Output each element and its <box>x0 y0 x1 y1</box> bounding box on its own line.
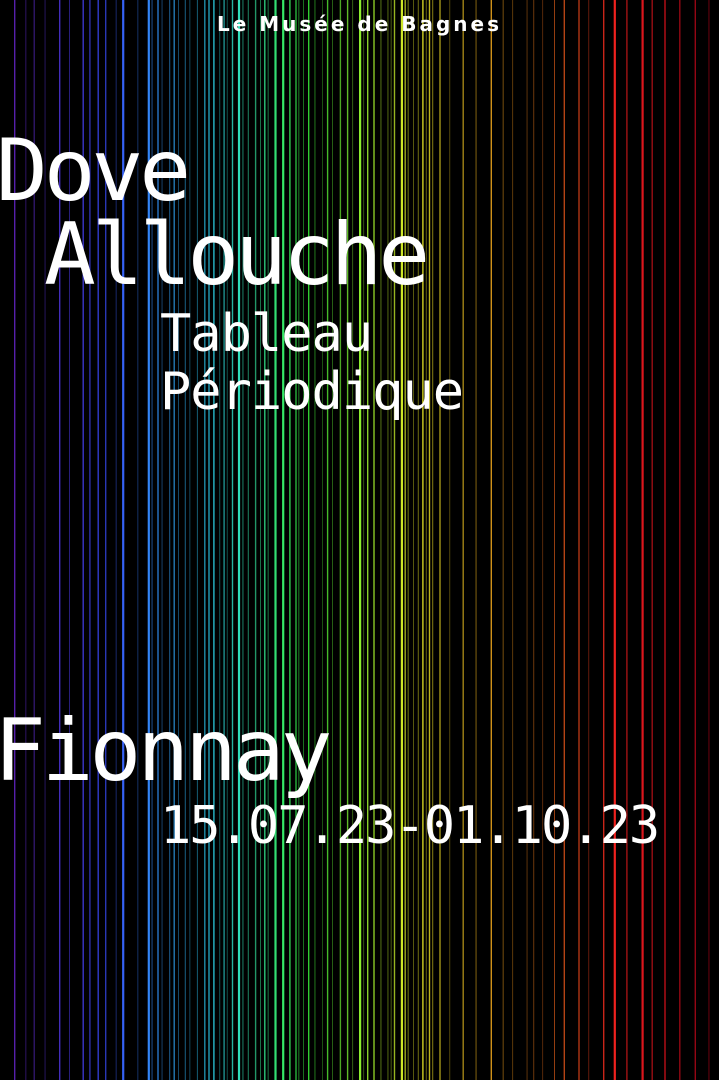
spectral-line-44 <box>314 0 316 1080</box>
spectral-line-63 <box>417 0 419 1080</box>
artist-last-name: Allouche <box>44 205 430 305</box>
spectral-line-65 <box>425 0 427 1080</box>
spectral-line-41 <box>298 0 300 1080</box>
spectral-line-39 <box>289 0 291 1080</box>
spectral-line-54 <box>373 0 375 1080</box>
spectral-line-68 <box>439 0 441 1080</box>
spectral-line-28 <box>226 0 228 1080</box>
spectral-line-29 <box>231 0 234 1080</box>
spectral-line-49 <box>346 0 349 1080</box>
spectral-line-47 <box>332 0 333 1080</box>
spectral-line-66 <box>428 0 431 1080</box>
spectral-line-56 <box>387 0 389 1080</box>
spectral-line-88 <box>679 0 681 1080</box>
spectral-line-30 <box>237 0 241 1080</box>
spectral-line-42 <box>303 0 304 1080</box>
spectral-line-57 <box>390 0 392 1080</box>
spectral-line-86 <box>651 0 653 1080</box>
spectral-line-69 <box>449 0 451 1080</box>
spectral-line-40 <box>295 0 297 1080</box>
spectral-line-85 <box>641 0 644 1080</box>
spectral-line-60 <box>404 0 406 1080</box>
spectral-line-55 <box>380 0 382 1080</box>
spectral-line-22 <box>196 0 198 1080</box>
spectral-line-43 <box>308 0 310 1080</box>
spectral-line-82 <box>603 0 605 1080</box>
spectral-line-72 <box>490 0 492 1080</box>
artist-first-name: Dove <box>0 121 191 221</box>
museum-name: Le Musée de Bagnes <box>216 12 502 36</box>
spectral-line-36 <box>267 0 269 1080</box>
spectral-line-48 <box>339 0 342 1080</box>
spectral-line-74 <box>512 0 514 1080</box>
spectral-line-35 <box>264 0 266 1080</box>
exhibition-dates: 15.07.23-01.10.23 <box>160 796 660 856</box>
spectral-line-87 <box>664 0 666 1080</box>
exhibition-location: Fionnay <box>0 701 332 801</box>
spectral-line-52 <box>363 0 365 1080</box>
spectral-line-70 <box>462 0 464 1080</box>
spectral-line-62 <box>413 0 414 1080</box>
spectral-line-58 <box>393 0 396 1080</box>
spectral-line-24 <box>208 0 210 1080</box>
spectral-line-83 <box>613 0 616 1080</box>
spectral-line-53 <box>367 0 369 1080</box>
spectral-line-79 <box>563 0 565 1080</box>
spectral-line-73 <box>502 0 504 1080</box>
exhibition-title-line-2: Périodique <box>160 362 464 422</box>
spectral-line-27 <box>223 0 225 1080</box>
exhibition-poster: Le Musée de Bagnes Dove Allouche Tableau… <box>0 0 719 1080</box>
spectral-line-32 <box>247 0 249 1080</box>
spectral-line-21 <box>189 0 191 1080</box>
spectral-line-51 <box>359 0 362 1080</box>
spectral-line-67 <box>432 0 434 1080</box>
spectral-line-26 <box>219 0 221 1080</box>
exhibition-title-line-1: Tableau <box>160 304 373 364</box>
spectral-line-64 <box>422 0 424 1080</box>
spectral-line-71 <box>475 0 477 1080</box>
spectral-line-23 <box>204 0 206 1080</box>
spectral-line-78 <box>554 0 555 1080</box>
spectral-line-59 <box>400 0 403 1080</box>
spectral-line-90 <box>708 0 710 1080</box>
spectral-line-46 <box>326 0 329 1080</box>
spectral-line-75 <box>526 0 528 1080</box>
spectral-line-61 <box>407 0 409 1080</box>
spectral-line-31 <box>242 0 244 1080</box>
spectral-line-89 <box>694 0 696 1080</box>
spectral-line-37 <box>274 0 277 1080</box>
spectral-line-34 <box>260 0 261 1080</box>
spectral-line-25 <box>213 0 215 1080</box>
spectral-line-50 <box>352 0 354 1080</box>
spectral-line-84 <box>626 0 628 1080</box>
spectral-line-80 <box>578 0 580 1080</box>
spectral-line-77 <box>542 0 544 1080</box>
spectral-line-81 <box>588 0 590 1080</box>
spectral-line-45 <box>322 0 323 1080</box>
spectral-line-33 <box>254 0 257 1080</box>
spectral-line-76 <box>533 0 535 1080</box>
spectral-line-38 <box>282 0 285 1080</box>
